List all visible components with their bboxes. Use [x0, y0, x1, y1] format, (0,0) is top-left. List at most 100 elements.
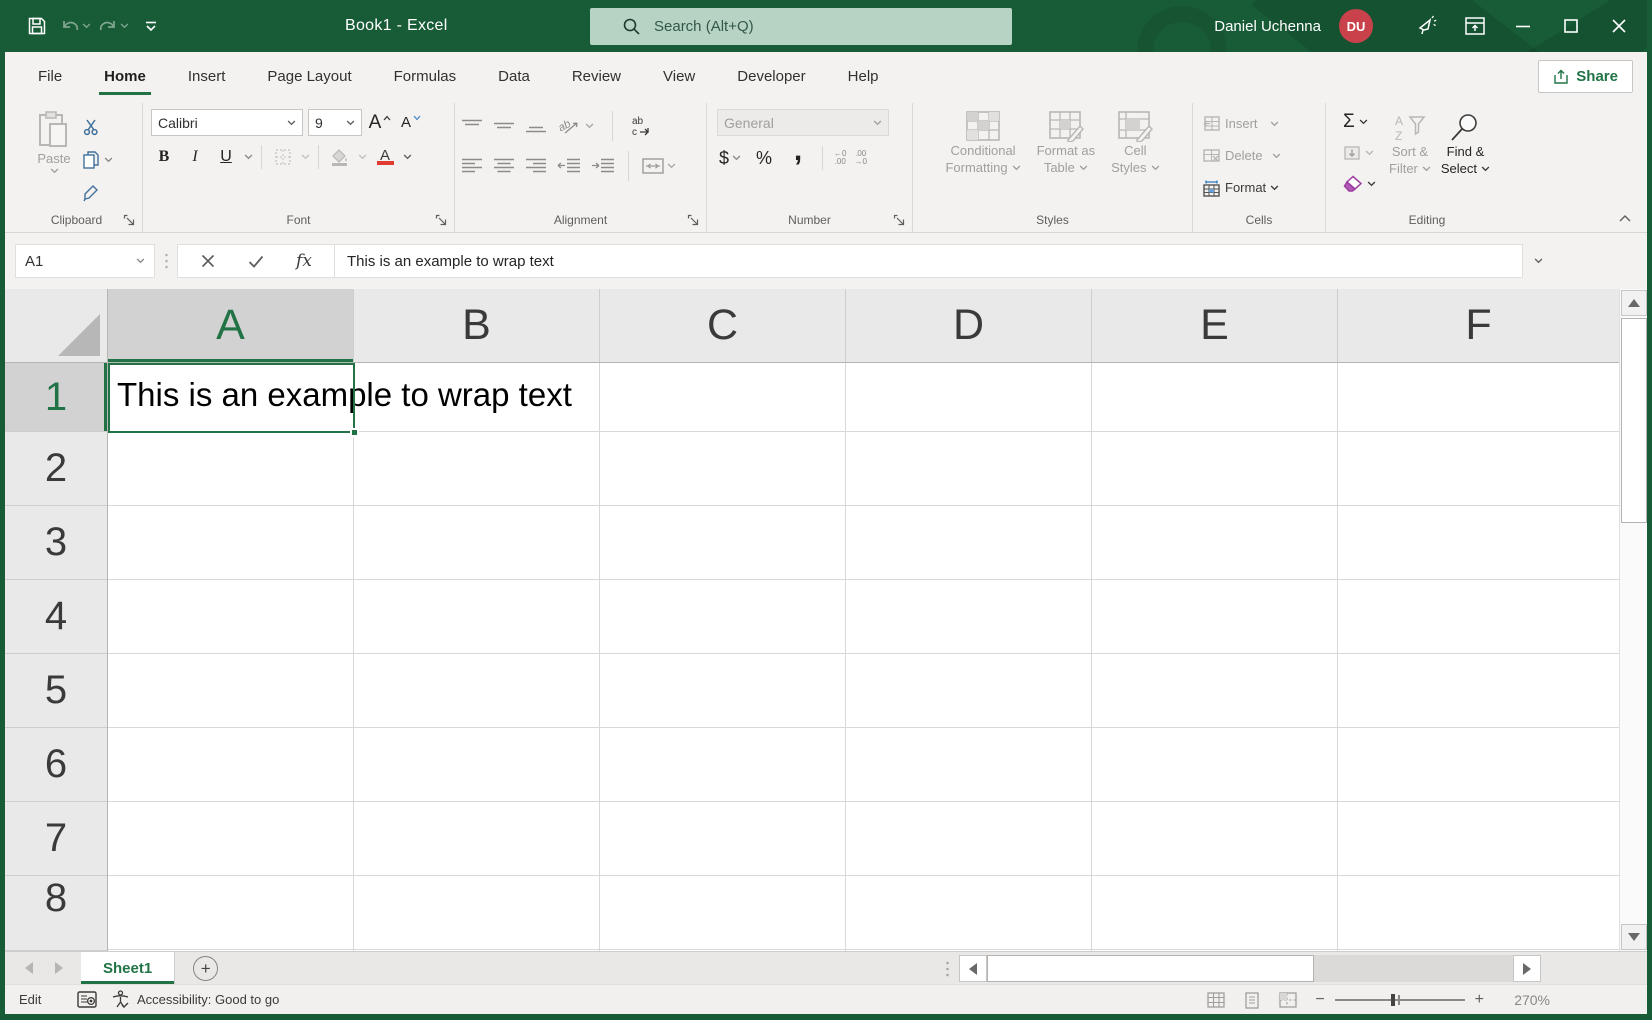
macro-record-button[interactable] — [77, 991, 97, 1008]
tab-home[interactable]: Home — [83, 52, 167, 100]
row-header-4[interactable]: 4 — [5, 580, 107, 654]
column-header-F[interactable]: F — [1338, 289, 1619, 362]
share-button[interactable]: Share — [1538, 60, 1633, 93]
row-header-8[interactable]: 8 — [5, 876, 107, 951]
next-sheet-button[interactable] — [55, 962, 63, 974]
search-box[interactable]: Search (Alt+Q) — [590, 8, 1012, 45]
minimize-button[interactable] — [1499, 0, 1547, 52]
page-layout-view-button[interactable] — [1243, 991, 1261, 1009]
format-as-table-button[interactable]: Format as Table — [1037, 105, 1095, 208]
tab-page-layout[interactable]: Page Layout — [246, 52, 372, 100]
borders-button[interactable] — [270, 144, 296, 170]
conditional-formatting-button[interactable]: Conditional Formatting — [945, 105, 1020, 208]
horizontal-scrollbar-track[interactable] — [1314, 955, 1513, 982]
decrease-indent-button[interactable] — [557, 158, 581, 174]
bold-button[interactable]: B — [151, 144, 177, 170]
zoom-out-button[interactable]: − — [1315, 991, 1324, 1009]
align-middle-button[interactable] — [493, 119, 515, 133]
row-header-6[interactable]: 6 — [5, 728, 107, 802]
column-header-D[interactable]: D — [846, 289, 1092, 362]
cells-area[interactable]: This is an example to wrap text — [108, 363, 1619, 951]
customize-quick-access-button[interactable] — [133, 8, 169, 44]
save-button[interactable] — [19, 8, 55, 44]
tab-insert[interactable]: Insert — [167, 52, 247, 100]
horizontal-scrollbar-thumb[interactable] — [987, 955, 1314, 982]
avatar[interactable]: DU — [1339, 9, 1373, 43]
italic-button[interactable]: I — [182, 144, 208, 170]
comma-style-button[interactable]: , — [785, 136, 811, 171]
find-select-button[interactable]: Find & Select — [1441, 108, 1490, 208]
font-size-select[interactable]: 9 — [308, 109, 362, 136]
expand-formula-bar-button[interactable] — [1523, 244, 1553, 278]
zoom-slider[interactable] — [1334, 994, 1465, 1006]
wrap-text-button[interactable]: ab c — [630, 115, 654, 137]
decrease-font-size-button[interactable]: A — [398, 110, 424, 136]
previous-sheet-button[interactable] — [25, 962, 33, 974]
percent-style-button[interactable]: % — [751, 145, 777, 171]
undo-button[interactable] — [57, 8, 93, 44]
cut-button[interactable] — [79, 113, 116, 140]
tab-review[interactable]: Review — [551, 52, 642, 100]
format-painter-button[interactable] — [79, 179, 116, 206]
ribbon-display-options-button[interactable] — [1451, 0, 1499, 52]
column-header-E[interactable]: E — [1092, 289, 1338, 362]
font-dialog-launcher[interactable] — [435, 214, 447, 226]
account-name[interactable]: Daniel Uchenna — [1214, 18, 1321, 35]
align-center-button[interactable] — [493, 158, 515, 174]
column-header-C[interactable]: C — [600, 289, 846, 362]
column-header-B[interactable]: B — [354, 289, 600, 362]
new-sheet-button[interactable]: + — [193, 956, 219, 981]
tab-view[interactable]: View — [642, 52, 716, 100]
select-all-button[interactable] — [5, 289, 108, 363]
row-header-1[interactable]: 1 — [5, 363, 107, 432]
accessibility-status[interactable]: Accessibility: Good to go — [111, 990, 279, 1009]
alignment-dialog-launcher[interactable] — [687, 214, 699, 226]
zoom-slider-handle[interactable] — [1390, 994, 1395, 1006]
scrollbar-resizer[interactable] — [935, 961, 959, 977]
align-left-button[interactable] — [461, 158, 483, 174]
horizontal-scrollbar[interactable] — [935, 955, 1541, 982]
tab-data[interactable]: Data — [477, 52, 551, 100]
row-header-3[interactable]: 3 — [5, 506, 107, 580]
tab-formulas[interactable]: Formulas — [373, 52, 478, 100]
increase-font-size-button[interactable]: A — [367, 110, 393, 136]
maximize-button[interactable] — [1547, 0, 1595, 52]
zoom-level[interactable]: 270% — [1502, 992, 1550, 1008]
scroll-left-button[interactable] — [959, 955, 987, 982]
row-header-5[interactable]: 5 — [5, 654, 107, 728]
autosum-button[interactable]: Σ — [1340, 108, 1379, 135]
scroll-up-button[interactable] — [1620, 290, 1647, 316]
sort-filter-button[interactable]: AZ Sort & Filter — [1389, 108, 1431, 208]
formula-bar-resizer[interactable] — [155, 253, 177, 269]
number-dialog-launcher[interactable] — [893, 214, 905, 226]
tab-developer[interactable]: Developer — [716, 52, 826, 100]
align-bottom-button[interactable] — [525, 119, 547, 133]
increase-decimal-button[interactable]: ←0.00 — [834, 150, 846, 166]
cell-styles-button[interactable]: Cell Styles — [1111, 105, 1159, 208]
accounting-format-button[interactable]: $ — [717, 145, 743, 171]
fill-button[interactable] — [1340, 139, 1379, 166]
insert-cells-button[interactable]: Insert — [1199, 110, 1319, 137]
font-name-select[interactable]: Calibri — [151, 109, 303, 136]
delete-cells-button[interactable]: Delete — [1199, 142, 1319, 169]
decrease-decimal-button[interactable]: .00 →0 — [854, 150, 866, 166]
vertical-scrollbar[interactable] — [1619, 289, 1647, 951]
zoom-in-button[interactable]: + — [1475, 991, 1484, 1009]
tab-file[interactable]: File — [17, 52, 83, 100]
font-color-button[interactable]: A — [372, 144, 398, 170]
vertical-scrollbar-thumb[interactable] — [1620, 318, 1647, 523]
align-top-button[interactable] — [461, 119, 483, 133]
close-button[interactable] — [1595, 0, 1643, 52]
column-header-A[interactable]: A — [108, 289, 354, 362]
whats-new-button[interactable] — [1403, 0, 1451, 52]
increase-indent-button[interactable] — [591, 158, 615, 174]
align-right-button[interactable] — [525, 158, 547, 174]
merge-center-button[interactable] — [642, 158, 676, 174]
clipboard-dialog-launcher[interactable] — [123, 214, 135, 226]
redo-button[interactable] — [95, 8, 131, 44]
clear-button[interactable] — [1340, 170, 1379, 197]
name-box[interactable]: A1 — [15, 244, 155, 278]
cancel-button[interactable] — [184, 246, 232, 276]
underline-button[interactable]: U — [213, 144, 239, 170]
copy-button[interactable] — [79, 146, 116, 173]
